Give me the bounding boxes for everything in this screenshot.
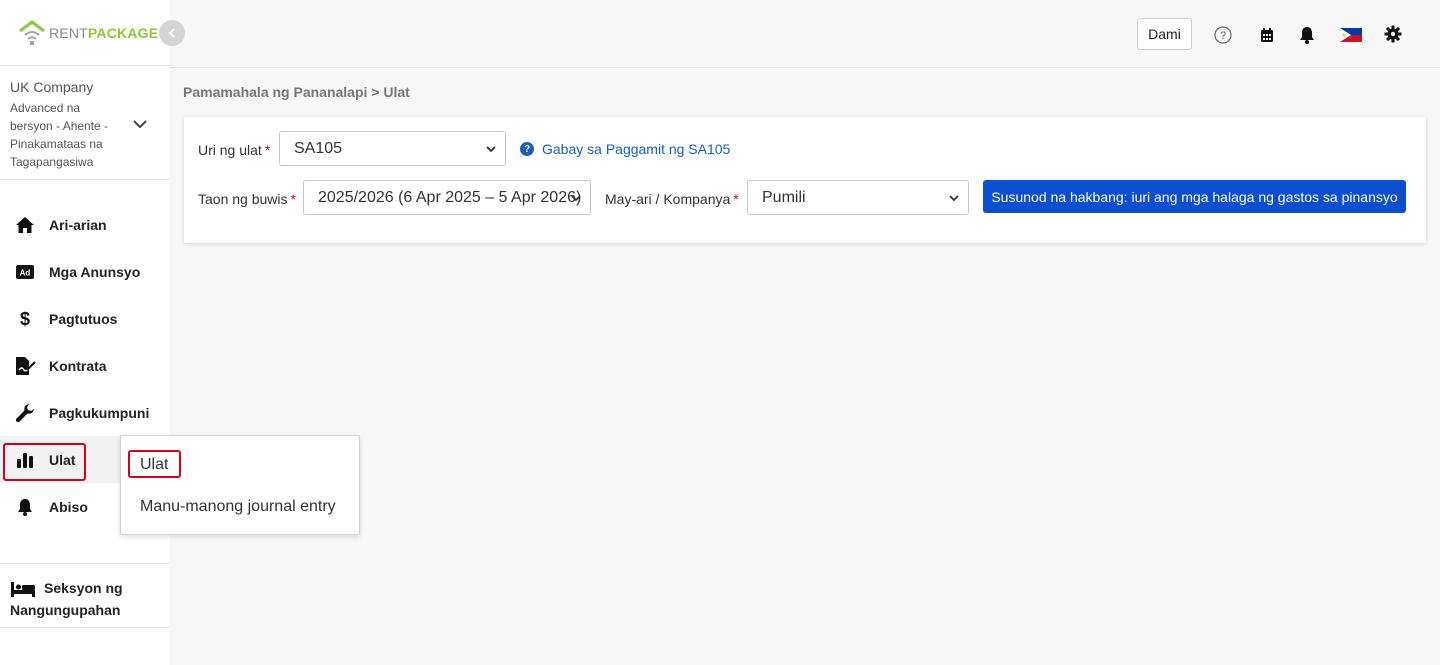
dollar-icon: $: [14, 309, 36, 329]
report-type-label: Uri ng ulat *: [198, 142, 271, 158]
wrench-icon: [14, 403, 36, 423]
svg-text:?: ?: [1220, 30, 1226, 42]
bar-chart-icon: [14, 450, 36, 470]
sa105-guide-link[interactable]: ? Gabay sa Paggamit ng SA105: [520, 141, 730, 157]
collapse-sidebar-button[interactable]: [159, 20, 185, 46]
home-icon: [14, 215, 36, 235]
sidebar-item-pagtutuos[interactable]: $ Pagtutuos: [0, 295, 170, 342]
dami-button[interactable]: Dami: [1137, 18, 1192, 50]
tax-year-select[interactable]: 2025/2026 (6 Apr 2025 – 5 Apr 2026): [303, 180, 591, 215]
question-circle-icon: ?: [520, 142, 534, 156]
company-name: UK Company: [10, 79, 94, 95]
tenant-section-link[interactable]: Seksyon ng Nangungupahan: [0, 563, 170, 628]
top-bar: Dami ?: [170, 0, 1440, 68]
sa105-guide-label: Gabay sa Paggamit ng SA105: [542, 141, 731, 157]
submenu-item-ulat[interactable]: Ulat: [140, 456, 168, 474]
breadcrumb-separator: >: [371, 84, 380, 100]
tax-year-value: 2025/2026 (6 Apr 2025 – 5 Apr 2026): [318, 188, 582, 206]
contract-icon: [14, 356, 36, 376]
sidebar-item-label: Mga Anunsyo: [49, 263, 141, 280]
sidebar-item-ari-arian[interactable]: Ari-arian: [0, 201, 170, 248]
report-form-card: Uri ng ulat * SA105 ? Gabay sa Paggamit n…: [184, 117, 1426, 243]
svg-text:$: $: [20, 309, 30, 329]
bell-icon: [14, 497, 36, 517]
report-type-select[interactable]: SA105: [279, 131, 506, 166]
logo[interactable]: RENTPACKAGE: [0, 0, 170, 66]
next-step-button[interactable]: Susunod na hakbang: iuri ang mga halaga …: [983, 180, 1406, 213]
philippines-flag-icon[interactable]: [1340, 25, 1362, 45]
sidebar-item-label: Ari-arian: [49, 216, 107, 233]
chevron-left-icon: [168, 28, 175, 38]
sidebar-item-mga-anunsyo[interactable]: Ad Mga Anunsyo: [0, 248, 170, 295]
sidebar-item-label: Pagtutuos: [49, 310, 118, 327]
chevron-down-icon: [571, 195, 581, 202]
sidebar-item-label: Kontrata: [49, 357, 107, 374]
sidebar-item-pagkukumpuni[interactable]: Pagkukumpuni: [0, 389, 170, 436]
sidebar: RENTPACKAGE UK Company Advanced na bersy…: [0, 0, 185, 665]
svg-text:Ad: Ad: [20, 268, 31, 277]
sidebar-item-label: Pagkukumpuni: [49, 404, 150, 421]
rentpackage-logo-icon: [19, 19, 45, 45]
chevron-down-icon[interactable]: [132, 116, 148, 132]
calendar-icon[interactable]: [1257, 25, 1277, 45]
logo-text: RENTPACKAGE: [49, 24, 159, 41]
breadcrumb-parent[interactable]: Pamamahala ng Pananalapi: [183, 84, 367, 100]
report-type-value: SA105: [294, 139, 343, 157]
breadcrumb: Pamamahala ng Pananalapi > Ulat: [183, 84, 410, 100]
owner-company-label: May-ari / Kompanya *: [605, 191, 739, 207]
owner-company-value: Pumili: [762, 188, 806, 206]
breadcrumb-current: Ulat: [383, 84, 410, 100]
owner-company-select[interactable]: Pumili: [747, 180, 969, 215]
tax-year-label: Taon ng buwis *: [198, 191, 296, 207]
sidebar-item-kontrata[interactable]: Kontrata: [0, 342, 170, 389]
submenu-item-manual-journal-entry[interactable]: Manu-manong journal entry: [140, 498, 336, 516]
chevron-down-icon: [949, 195, 959, 202]
chevron-down-icon: [486, 146, 496, 153]
notification-bell-icon[interactable]: [1297, 25, 1317, 45]
company-plan: Advanced na bersyon - Ahente - Pinakamat…: [10, 101, 109, 169]
sidebar-item-label: Abiso: [49, 498, 88, 515]
gear-icon[interactable]: [1383, 24, 1403, 44]
company-switcher[interactable]: UK Company Advanced na bersyon - Ahente …: [0, 66, 170, 180]
ad-icon: Ad: [14, 262, 36, 282]
help-icon[interactable]: ?: [1213, 25, 1233, 45]
sidebar-item-label: Ulat: [49, 451, 76, 468]
ulat-submenu: Ulat Manu-manong journal entry: [120, 435, 360, 535]
bed-icon: [11, 582, 35, 598]
